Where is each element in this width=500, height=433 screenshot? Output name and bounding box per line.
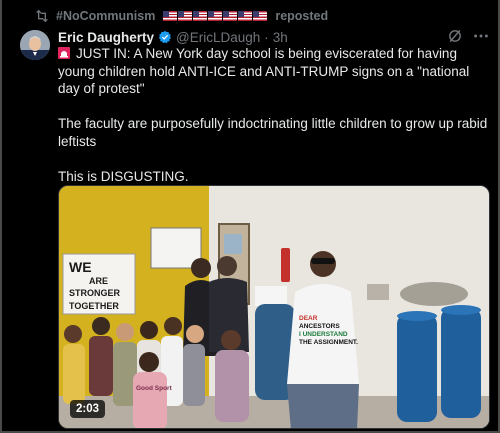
us-flag-icon: [238, 11, 253, 21]
us-flag-icon: [223, 11, 238, 21]
sign-line-1: WE: [69, 259, 92, 275]
child-shirt-text: Good Sport: [136, 385, 173, 392]
repost-context[interactable]: #NoCommunism reposted: [34, 8, 328, 24]
separator-dot: ·: [264, 29, 269, 45]
us-flags: [163, 11, 268, 21]
us-flag-icon: [163, 11, 178, 21]
sign-line-4: TOGETHER: [69, 301, 119, 311]
shirt-text-1: DEAR: [299, 315, 318, 322]
video-frame: DEAR ANCESTORS I UNDERSTAND THE ASSIGNME…: [59, 186, 489, 428]
avatar[interactable]: [20, 30, 50, 60]
post-text: JUST IN: A New York day school is being …: [58, 45, 490, 185]
verified-badge-icon: [158, 30, 171, 44]
post-paragraph-1-text: JUST IN: A New York day school is being …: [58, 46, 470, 96]
repost-label: reposted: [275, 9, 329, 23]
more-options-icon[interactable]: [472, 28, 490, 44]
avatar-image: [20, 30, 50, 60]
sign-line-3: STRONGER: [69, 288, 121, 298]
us-flag-icon: [253, 11, 268, 21]
grok-icon[interactable]: [447, 28, 463, 44]
author-name[interactable]: Eric Daugherty: [58, 30, 154, 45]
repost-hashtag[interactable]: #NoCommunism: [56, 9, 155, 23]
post-paragraph-3: This is DISGUSTING.: [58, 168, 189, 184]
post-paragraph-2: The faculty are purposefully indoctrinat…: [58, 116, 488, 149]
repost-icon: [36, 9, 48, 23]
shirt-text-3: I UNDERSTAND: [299, 331, 348, 338]
siren-icon: [58, 47, 70, 59]
protest-sign: WE ARE STRONGER TOGETHER: [62, 253, 136, 315]
video-player[interactable]: DEAR ANCESTORS I UNDERSTAND THE ASSIGNME…: [58, 185, 490, 429]
us-flag-icon: [178, 11, 193, 21]
shirt-text-2: ANCESTORS: [299, 323, 340, 330]
sign-line-2: ARE: [89, 276, 108, 286]
post-time[interactable]: 3h: [273, 30, 288, 45]
post-paragraph-1: JUST IN: A New York day school is being …: [58, 45, 490, 98]
post-header: Eric Daugherty @EricLDaugh · 3h: [58, 28, 288, 46]
shirt-text-4: THE ASSIGNMENT.: [299, 339, 358, 346]
author-handle[interactable]: @EricLDaugh: [176, 30, 260, 45]
us-flag-icon: [208, 11, 223, 21]
us-flag-icon: [193, 11, 208, 21]
video-duration: 2:03: [70, 400, 106, 418]
